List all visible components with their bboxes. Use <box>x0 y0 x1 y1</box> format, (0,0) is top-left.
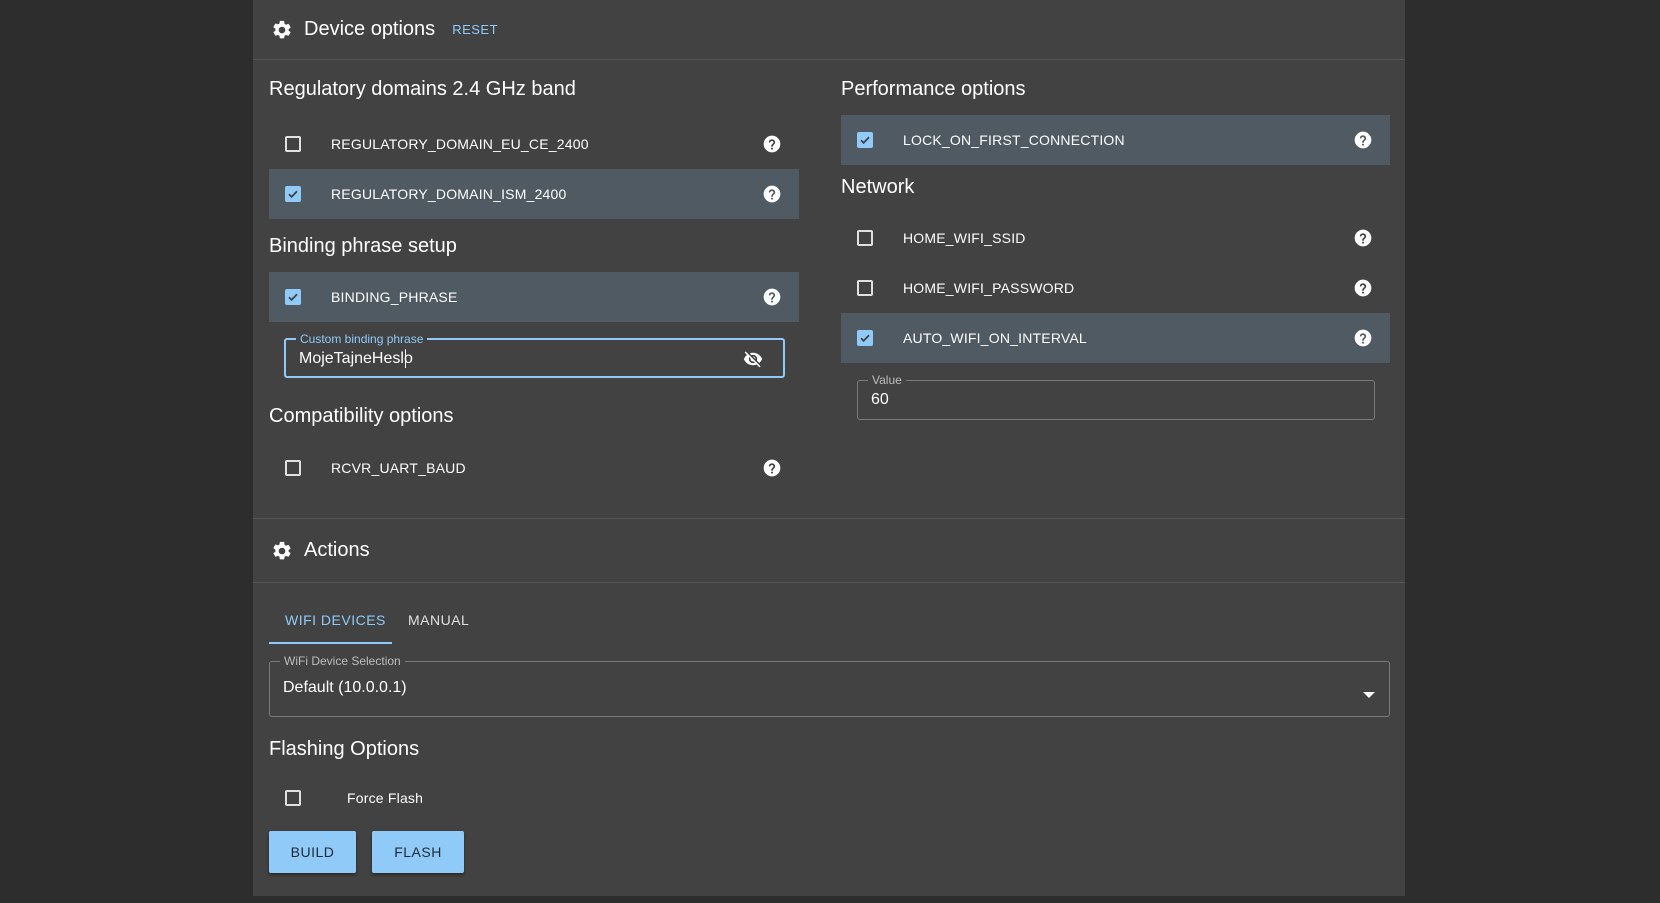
wifi-device-selected-value: Default (10.0.0.1) <box>283 679 407 696</box>
option-rcvr-uart-baud[interactable]: RCVR_UART_BAUD <box>269 443 799 493</box>
checkbox-checked-icon[interactable] <box>857 132 873 148</box>
option-label: REGULATORY_DOMAIN_EU_CE_2400 <box>331 136 589 152</box>
visibility-off-icon[interactable] <box>741 349 765 374</box>
field-label: Value <box>868 373 906 387</box>
interval-value-field[interactable]: Value 60 <box>857 373 1375 420</box>
gear-icon <box>270 539 294 563</box>
help-icon[interactable] <box>1352 129 1374 151</box>
option-home-wifi-ssid[interactable]: HOME_WIFI_SSID <box>841 213 1390 263</box>
performance-heading: Performance options <box>841 78 1026 100</box>
option-binding-phrase[interactable]: BINDING_PHRASE <box>269 272 799 322</box>
checkbox-icon[interactable] <box>857 280 873 296</box>
option-label: BINDING_PHRASE <box>331 289 458 305</box>
actions-header: Actions <box>253 518 1405 583</box>
help-icon[interactable] <box>1352 277 1374 299</box>
option-label: HOME_WIFI_SSID <box>903 230 1026 246</box>
checkbox-icon[interactable] <box>285 136 301 152</box>
field-label: WiFi Device Selection <box>280 654 405 668</box>
option-regulatory-eu[interactable]: REGULATORY_DOMAIN_EU_CE_2400 <box>269 119 799 169</box>
option-label: AUTO_WIFI_ON_INTERVAL <box>903 330 1087 346</box>
tab-manual[interactable]: MANUAL <box>408 612 469 628</box>
checkbox-icon[interactable] <box>285 790 301 806</box>
actions-title: Actions <box>304 539 370 561</box>
option-force-flash[interactable]: Force Flash <box>269 773 569 823</box>
help-icon[interactable] <box>1352 227 1374 249</box>
reset-button[interactable]: RESET <box>452 22 498 37</box>
field-label: Custom binding phrase <box>296 332 428 346</box>
option-label: LOCK_ON_FIRST_CONNECTION <box>903 132 1125 148</box>
gear-icon <box>270 18 294 42</box>
network-heading: Network <box>841 176 915 198</box>
help-icon[interactable] <box>761 133 783 155</box>
checkbox-checked-icon[interactable] <box>285 186 301 202</box>
checkbox-checked-icon[interactable] <box>857 330 873 346</box>
compatibility-heading: Compatibility options <box>269 405 454 427</box>
active-tab-indicator <box>269 642 392 644</box>
binding-phrase-value: MojeTajneHeslo <box>299 350 413 367</box>
device-options-title: Device options <box>304 18 436 40</box>
option-regulatory-ism[interactable]: REGULATORY_DOMAIN_ISM_2400 <box>269 169 799 219</box>
build-button[interactable]: BUILD <box>269 831 356 873</box>
device-options-header: Device options RESET <box>253 0 1405 60</box>
interval-value: 60 <box>871 391 889 408</box>
checkbox-checked-icon[interactable] <box>285 289 301 305</box>
regulatory-heading: Regulatory domains 2.4 GHz band <box>269 78 576 100</box>
help-icon[interactable] <box>1352 327 1374 349</box>
flashing-options-heading: Flashing Options <box>269 738 420 760</box>
option-label: Force Flash <box>347 790 424 806</box>
dropdown-arrow-icon[interactable] <box>1363 686 1375 704</box>
binding-phrase-field[interactable]: Custom binding phrase MojeTajneHeslo <box>284 332 785 378</box>
option-lock-on-first-connection[interactable]: LOCK_ON_FIRST_CONNECTION <box>841 115 1390 165</box>
option-home-wifi-password[interactable]: HOME_WIFI_PASSWORD <box>841 263 1390 313</box>
help-icon[interactable] <box>761 183 783 205</box>
option-label: REGULATORY_DOMAIN_ISM_2400 <box>331 186 567 202</box>
option-label: RCVR_UART_BAUD <box>331 460 466 476</box>
flash-button[interactable]: FLASH <box>372 831 464 873</box>
option-auto-wifi-on-interval[interactable]: AUTO_WIFI_ON_INTERVAL <box>841 313 1390 363</box>
binding-heading: Binding phrase setup <box>269 235 457 257</box>
help-icon[interactable] <box>761 286 783 308</box>
main-panel: Device options RESET Regulatory domains … <box>253 0 1405 896</box>
checkbox-icon[interactable] <box>857 230 873 246</box>
wifi-device-select[interactable]: WiFi Device Selection Default (10.0.0.1) <box>269 654 1390 717</box>
text-cursor <box>405 349 406 368</box>
tab-wifi-devices[interactable]: WIFI DEVICES <box>285 612 386 628</box>
option-label: HOME_WIFI_PASSWORD <box>903 280 1075 296</box>
checkbox-icon[interactable] <box>285 460 301 476</box>
help-icon[interactable] <box>761 457 783 479</box>
